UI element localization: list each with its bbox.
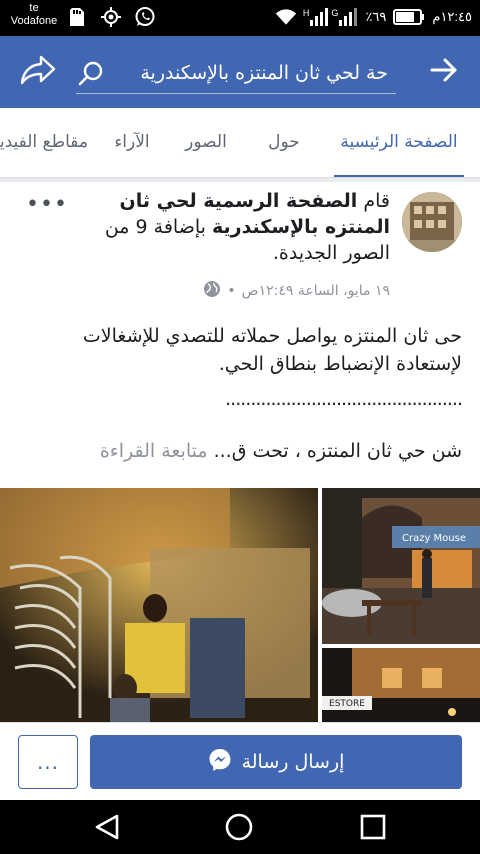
gps-icon [100, 6, 122, 28]
continue-reading-link[interactable]: متابعة القراءة [100, 440, 208, 462]
sd-card-icon [66, 6, 88, 28]
header-prefix: قام [363, 190, 390, 212]
clock: ١٢:٤٥م [432, 9, 472, 24]
estore-sign: ESTORE [329, 699, 365, 709]
search-input[interactable]: حة لحي ثان المنتزه بالإسكندرية [76, 52, 396, 94]
share-icon [20, 54, 56, 90]
post-meta: ١٩ مايو، الساعة ١٢:٤٩ص • [203, 280, 390, 302]
carrier-label: te Vodafone [4, 2, 64, 28]
screen: te Vodafone H G ٪٦٩ ١٢:٤٥م حة لحي ثان ال… [0, 0, 480, 854]
recents-square-icon[interactable] [358, 812, 388, 842]
search-query: حة لحي ثان المنتزه بالإسكندرية [140, 61, 388, 84]
photo-main[interactable] [0, 488, 318, 722]
tab-videos[interactable]: مقاطع الفيديو [0, 108, 88, 177]
tab-about[interactable]: حول [252, 108, 316, 177]
page-action-bar: ... إرسال رسالة [0, 722, 480, 800]
signal-icon: H G [303, 8, 360, 26]
tab-reviews[interactable]: الآراء [104, 108, 160, 177]
share-button[interactable] [18, 54, 58, 90]
post-header: قام الصفحة الرسمية لحي ثان المنتزه بالإس… [98, 188, 390, 266]
post-snippet: شن حي ثان المنتزه ، تحت ق... متابعة القر… [18, 440, 462, 462]
post-options-button[interactable]: ••• [26, 192, 68, 217]
system-nav-bar [0, 800, 480, 854]
meta-separator: • [227, 283, 236, 299]
back-triangle-icon[interactable] [92, 812, 122, 842]
post-timestamp[interactable]: ١٩ مايو، الساعة ١٢:٤٩ص [242, 283, 390, 299]
back-arrow-icon [430, 58, 458, 86]
photo-street[interactable]: ESTORE [322, 648, 480, 722]
tab-photos[interactable]: الصور [176, 108, 236, 177]
home-circle-icon[interactable] [224, 812, 254, 842]
post-dots: ........................................… [225, 388, 462, 410]
globe-icon [203, 280, 221, 302]
battery-percent: ٪٦٩ [365, 9, 387, 24]
status-bar: te Vodafone H G ٪٦٩ ١٢:٤٥م [0, 0, 480, 36]
photo-grid: Crazy Mouse ESTORE [0, 488, 480, 722]
post-card: قام الصفحة الرسمية لحي ثان المنتزه بالإس… [0, 182, 480, 722]
whatsapp-icon [134, 6, 156, 28]
wifi-icon [275, 6, 297, 28]
battery-icon [392, 6, 426, 28]
back-button[interactable] [426, 56, 462, 88]
snippet-text: شن حي ثان المنتزه ، تحت ق... [213, 440, 462, 462]
more-actions-button[interactable]: ... [18, 735, 78, 789]
tab-home[interactable]: الصفحة الرئيسية [334, 108, 464, 177]
messenger-icon [208, 748, 232, 777]
carrier-line1: te [29, 2, 39, 14]
post-body: حى ثان المنتزه يواصل حملاته للتصدي للإشغ… [82, 325, 462, 375]
avatar[interactable] [402, 192, 462, 252]
photo-cafe[interactable]: Crazy Mouse [322, 488, 480, 644]
carrier-line2: Vodafone [10, 15, 58, 27]
top-bar: حة لحي ثان المنتزه بالإسكندرية [0, 36, 480, 108]
search-icon [76, 58, 106, 88]
crazy-mouse-sign: Crazy Mouse [402, 533, 466, 544]
send-message-label: إرسال رسالة [241, 751, 345, 773]
send-message-button[interactable]: إرسال رسالة [90, 735, 462, 789]
page-tabs: الصفحة الرئيسية حول الصور الآراء مقاطع ا… [0, 108, 480, 178]
